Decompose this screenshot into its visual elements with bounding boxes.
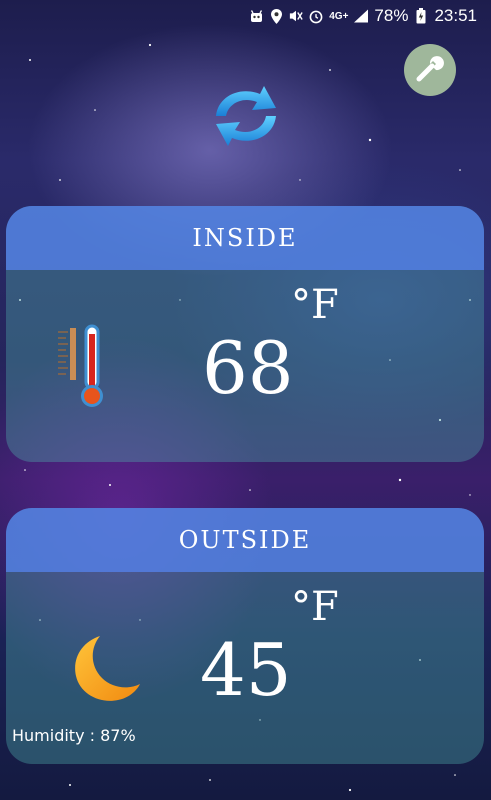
location-icon	[269, 8, 283, 24]
settings-button[interactable]	[404, 44, 456, 96]
signal-icon	[354, 9, 369, 23]
clock-time: 23:51	[434, 6, 477, 25]
inside-temperature: 68	[202, 326, 294, 410]
network-type-label: 4G+	[329, 10, 349, 22]
outside-header: OUTSIDE	[6, 508, 484, 572]
humidity-label: Humidity : 87%	[12, 726, 136, 745]
battery-percent: 78%	[374, 6, 409, 25]
refresh-button[interactable]	[208, 80, 284, 152]
wrench-icon	[413, 51, 447, 89]
inside-header: INSIDE	[6, 206, 484, 270]
battery-charging-icon	[414, 8, 428, 24]
outside-label: OUTSIDE	[178, 526, 312, 554]
inside-card: INSIDE °F 68	[6, 206, 484, 462]
status-bar: 4G+ 78% 23:51	[0, 0, 491, 32]
inside-unit: °F	[291, 282, 339, 328]
inside-label: INSIDE	[192, 224, 298, 252]
outside-unit: °F	[291, 584, 339, 630]
outside-temperature: 45	[200, 628, 292, 712]
outside-card: OUTSIDE °F 45 Humidity : 87%	[6, 508, 484, 764]
alarm-icon	[309, 9, 323, 23]
refresh-icon	[208, 86, 284, 156]
android-icon	[249, 9, 263, 23]
mute-icon	[289, 9, 303, 23]
moon-icon	[70, 634, 142, 704]
thermometer-icon	[56, 324, 112, 410]
